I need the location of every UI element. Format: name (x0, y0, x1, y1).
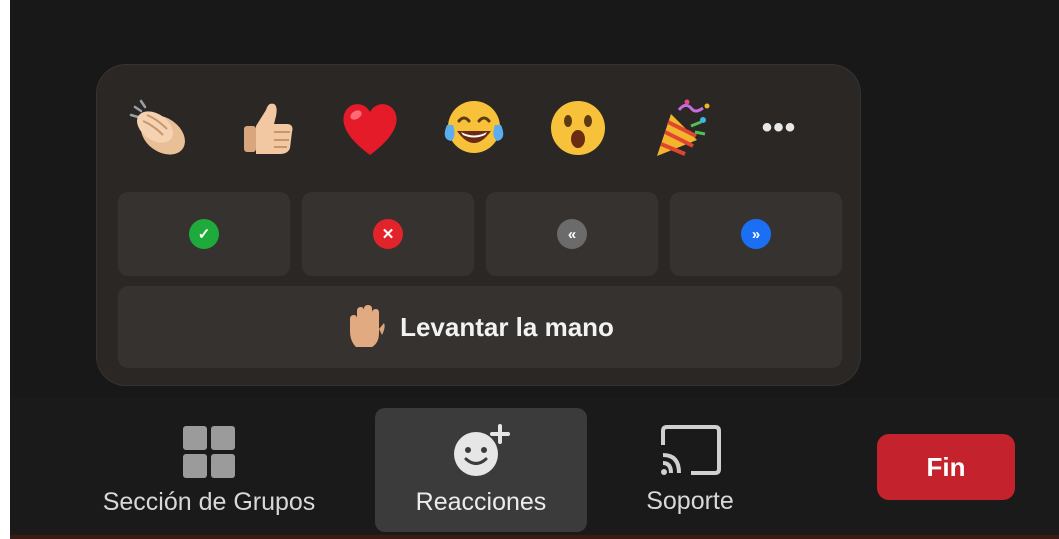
more-reactions-button[interactable]: ••• (734, 94, 824, 162)
no-feedback-button[interactable]: ✕ (302, 192, 474, 276)
bottom-edge (10, 535, 1059, 539)
rewind-icon: « (557, 219, 587, 249)
add-reaction-icon (454, 423, 510, 476)
reactions-popup: ••• ✓ ✕ « » Levantar la mano (96, 64, 861, 386)
reactions-button[interactable]: Reacciones (375, 408, 587, 532)
raise-hand-label: Levantar la mano (400, 311, 614, 342)
cross-icon: ✕ (373, 219, 403, 249)
raise-hand-button[interactable]: Levantar la mano (118, 286, 842, 368)
meeting-toolbar: Sección de Grupos Reacciones Soporte Fin (10, 398, 1059, 539)
breakout-rooms-label: Sección de Grupos (102, 487, 316, 516)
feedback-row: ✓ ✕ « » (118, 192, 842, 276)
fast-forward-icon: » (741, 219, 771, 249)
support-label: Soporte (646, 486, 734, 515)
red-heart-emoji[interactable] (318, 94, 422, 162)
clapping-hands-emoji[interactable] (110, 94, 214, 162)
raised-hand-icon (350, 305, 385, 347)
end-meeting-button[interactable]: Fin (877, 434, 1015, 500)
meeting-screen: ••• ✓ ✕ « » Levantar la mano Sección de … (10, 0, 1059, 539)
breakout-rooms-button[interactable]: Sección de Grupos (66, 408, 352, 532)
support-button[interactable]: Soporte (620, 408, 760, 532)
reactions-label: Reacciones (415, 487, 547, 516)
emoji-row: ••• (110, 94, 850, 162)
surprised-face-emoji[interactable] (526, 94, 630, 162)
slow-down-feedback-button[interactable]: « (486, 192, 658, 276)
tears-of-joy-emoji[interactable] (422, 94, 526, 162)
speed-up-feedback-button[interactable]: » (670, 192, 842, 276)
check-icon: ✓ (189, 219, 219, 249)
grid-icon (183, 425, 235, 478)
party-popper-emoji[interactable] (630, 94, 734, 162)
yes-feedback-button[interactable]: ✓ (118, 192, 290, 276)
screen-cast-icon (661, 424, 721, 475)
thumbs-up-emoji[interactable] (214, 94, 318, 162)
